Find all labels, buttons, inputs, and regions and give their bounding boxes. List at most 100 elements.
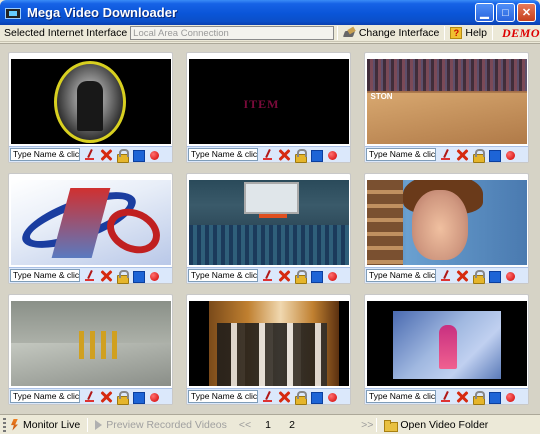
monitor-live-button[interactable]: Monitor Live — [6, 419, 84, 431]
maximize-button[interactable]: □ — [496, 3, 515, 22]
video-preview[interactable] — [366, 301, 527, 386]
video-cell: Type Name & click Pre — [8, 173, 173, 284]
delete-icon[interactable] — [278, 149, 290, 161]
video-name-input[interactable]: Type Name & click Pre — [188, 269, 258, 282]
stop-icon[interactable] — [132, 391, 145, 404]
preview-recorded-button[interactable]: Preview Recorded Videos — [91, 419, 231, 431]
monitor-live-label: Monitor Live — [23, 418, 81, 431]
video-cell: ITEM Type Name & click Pre — [186, 52, 351, 163]
toolbar-separator — [336, 26, 338, 40]
record-icon[interactable] — [504, 391, 516, 403]
video-cell: Type Name & click Pre — [364, 294, 529, 405]
brush-icon[interactable] — [262, 270, 274, 282]
video-workspace: Type Name & click Pre ITEM Type Name & c… — [0, 43, 540, 414]
video-name-input[interactable]: Type Name & click Pre — [10, 390, 80, 403]
video-cell: Type Name & click Pre — [364, 173, 529, 284]
stop-icon[interactable] — [310, 270, 323, 283]
change-interface-button[interactable]: Change Interface — [341, 27, 442, 39]
brush-icon[interactable] — [440, 149, 452, 161]
delete-icon[interactable] — [278, 391, 290, 403]
delete-icon[interactable] — [278, 270, 290, 282]
video-control-strip: Type Name & click Pre — [187, 267, 350, 284]
delete-icon[interactable] — [456, 270, 468, 282]
video-name-input[interactable]: Type Name & click Pre — [10, 269, 80, 282]
brush-icon[interactable] — [262, 391, 274, 403]
stop-icon[interactable] — [310, 149, 323, 162]
video-preview[interactable] — [188, 301, 349, 386]
record-icon[interactable] — [504, 270, 516, 282]
minimize-button[interactable]: ▁ — [475, 3, 494, 22]
video-name-input[interactable]: Type Name & click Pre — [188, 148, 258, 161]
page-number-1[interactable]: 1 — [261, 419, 275, 431]
lock-icon[interactable] — [116, 148, 129, 163]
delete-icon[interactable] — [100, 391, 112, 403]
lock-icon[interactable] — [116, 390, 129, 405]
video-preview[interactable] — [10, 301, 171, 386]
video-preview[interactable] — [10, 59, 171, 144]
record-icon[interactable] — [148, 391, 160, 403]
video-name-input[interactable]: Type Name & click Pre — [366, 269, 436, 282]
prev-page-button[interactable]: << — [239, 419, 251, 431]
video-preview[interactable] — [366, 180, 527, 265]
lock-icon[interactable] — [472, 269, 485, 284]
stop-icon[interactable] — [132, 149, 145, 162]
delete-icon[interactable] — [100, 270, 112, 282]
brush-icon[interactable] — [84, 270, 96, 282]
video-logo-text: ITEM — [243, 97, 280, 111]
record-icon[interactable] — [148, 270, 160, 282]
video-control-strip: Type Name & click Pre — [365, 267, 528, 284]
statusbar-separator — [87, 417, 89, 432]
lock-icon[interactable] — [472, 390, 485, 405]
window-controls: ▁ □ ✕ — [475, 3, 536, 22]
delete-icon[interactable] — [456, 391, 468, 403]
delete-icon[interactable] — [100, 149, 112, 161]
open-video-folder-button[interactable]: Open Video Folder — [380, 418, 492, 432]
record-icon[interactable] — [326, 391, 338, 403]
stop-icon[interactable] — [488, 391, 501, 404]
video-preview[interactable] — [188, 180, 349, 265]
delete-icon[interactable] — [456, 149, 468, 161]
close-button[interactable]: ✕ — [517, 3, 536, 22]
lock-icon[interactable] — [472, 148, 485, 163]
folder-icon — [384, 419, 399, 432]
record-icon[interactable] — [326, 270, 338, 282]
video-preview[interactable]: STON — [366, 59, 527, 144]
interface-field[interactable]: Local Area Connection — [130, 26, 334, 40]
change-interface-label: Change Interface — [358, 27, 440, 39]
stop-icon[interactable] — [488, 149, 501, 162]
stop-icon[interactable] — [132, 270, 145, 283]
stop-icon[interactable] — [488, 270, 501, 283]
toolbar: Selected Internet Interface Local Area C… — [0, 25, 540, 42]
video-grid: Type Name & click Pre ITEM Type Name & c… — [8, 52, 533, 405]
brush-icon[interactable] — [84, 391, 96, 403]
lock-icon[interactable] — [294, 269, 307, 284]
record-icon[interactable] — [326, 149, 338, 161]
video-name-input[interactable]: Type Name & click Pre — [10, 148, 80, 161]
stop-icon[interactable] — [310, 391, 323, 404]
brush-icon[interactable] — [262, 149, 274, 161]
video-preview[interactable]: ITEM — [188, 59, 349, 144]
film-icon — [5, 6, 21, 20]
video-preview[interactable] — [10, 180, 171, 265]
video-name-input[interactable]: Type Name & click Pre — [366, 148, 436, 161]
video-name-input[interactable]: Type Name & click Pre — [366, 390, 436, 403]
record-icon[interactable] — [504, 149, 516, 161]
toolbar-separator — [444, 26, 446, 40]
video-name-input[interactable]: Type Name & click Pre — [188, 390, 258, 403]
brush-icon[interactable] — [440, 391, 452, 403]
video-control-strip: Type Name & click Pre — [187, 388, 350, 405]
video-control-strip: Type Name & click Pre — [9, 146, 172, 163]
record-icon[interactable] — [148, 149, 160, 161]
next-page-button[interactable]: >> — [361, 419, 373, 431]
lock-icon[interactable] — [294, 390, 307, 405]
brush-icon[interactable] — [84, 149, 96, 161]
help-button[interactable]: ? Help — [448, 27, 489, 39]
network-icon — [343, 28, 356, 39]
title-bar: Mega Video Downloader ▁ □ ✕ — [0, 0, 540, 25]
page-number-2[interactable]: 2 — [285, 419, 299, 431]
lock-icon[interactable] — [294, 148, 307, 163]
open-video-folder-label: Open Video Folder — [400, 418, 489, 431]
video-cell: Type Name & click Pre — [186, 294, 351, 405]
lock-icon[interactable] — [116, 269, 129, 284]
brush-icon[interactable] — [440, 270, 452, 282]
